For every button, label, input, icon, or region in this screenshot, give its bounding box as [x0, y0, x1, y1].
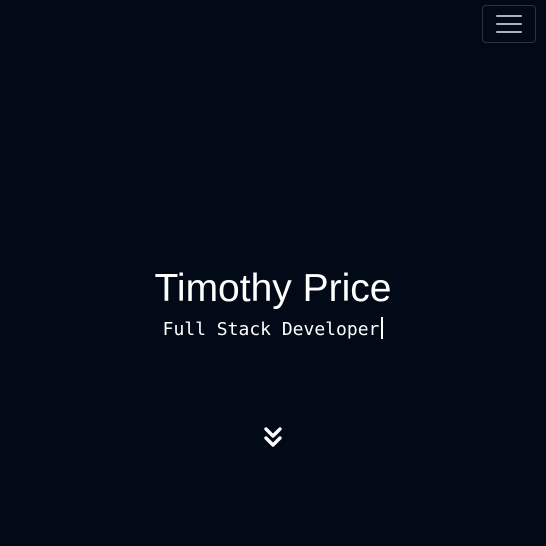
typing-cursor [381, 317, 384, 339]
hero-role-line: Full Stack Developer [0, 317, 546, 342]
hamburger-menu-icon-bar [496, 23, 522, 25]
hamburger-menu-icon [496, 15, 522, 17]
double-chevron-down-icon [264, 427, 282, 447]
scroll-down-button[interactable] [262, 425, 284, 449]
hero-name: Timothy Price [154, 267, 392, 310]
hamburger-menu-icon-bar [496, 31, 522, 33]
hero-role-text: Full Stack Developer [162, 319, 380, 340]
navbar-toggle-button[interactable] [482, 5, 536, 43]
hero-section: Timothy Price Full Stack Developer [0, 266, 546, 342]
